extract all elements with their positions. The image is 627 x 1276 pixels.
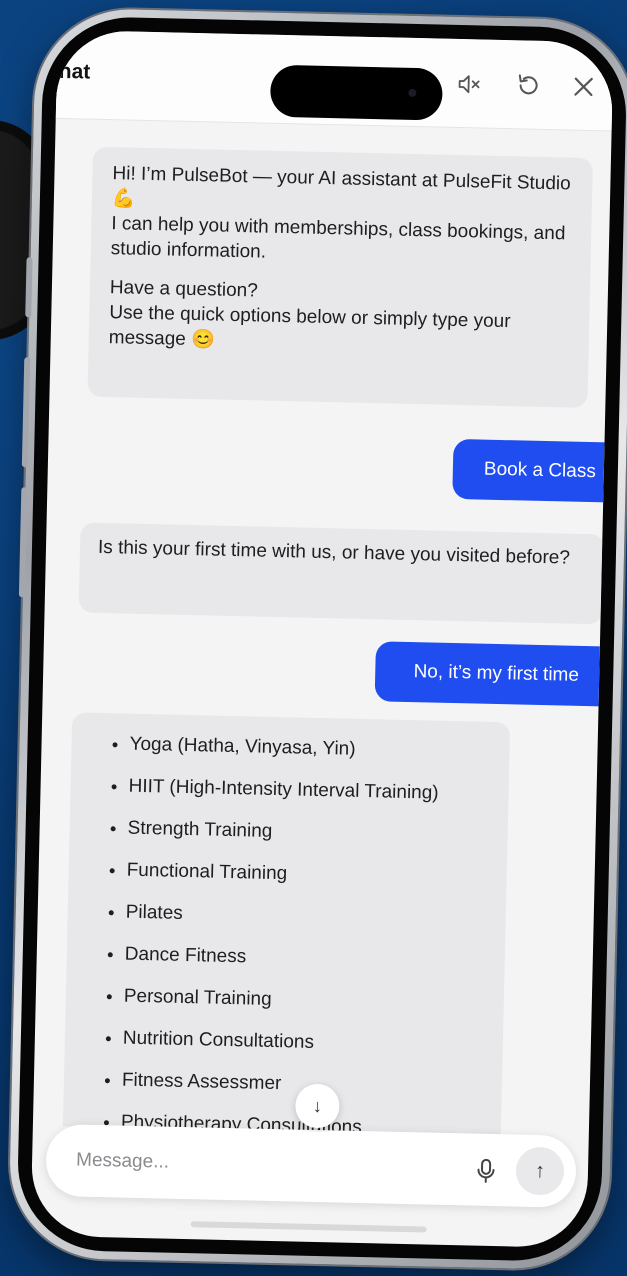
message-composer: ↑: [45, 1123, 577, 1208]
dynamic-island: [269, 64, 443, 121]
bot-services-list: Yoga (Hatha, Vinyasa, Yin) HIIT (High-In…: [61, 712, 511, 1139]
stage: hat Hi! I’m PulseBot — your AI assistant…: [0, 0, 627, 1276]
bot-first-time-question: Is this your first time with us, or have…: [78, 522, 605, 625]
camera-dot: [408, 88, 417, 98]
chat-screen: hat Hi! I’m PulseBot — your AI assistant…: [30, 29, 614, 1249]
microphone-icon[interactable]: [474, 1158, 499, 1185]
home-indicator: [190, 1221, 427, 1233]
refresh-icon[interactable]: [512, 70, 543, 101]
user-message-book-class: Book a Class: [452, 438, 612, 503]
welcome-help: I can help you with memberships, class b…: [110, 213, 566, 263]
service-item: Nutrition Consultations: [123, 1028, 503, 1059]
service-item: HIIT (High-Intensity Interval Training): [128, 776, 508, 807]
phone-device: hat Hi! I’m PulseBot — your AI assistant…: [7, 7, 627, 1271]
service-item: Strength Training: [127, 818, 507, 849]
service-item: Pilates: [125, 902, 505, 933]
service-item: Functional Training: [126, 860, 506, 891]
send-button[interactable]: ↑: [515, 1146, 565, 1196]
service-item: Dance Fitness: [125, 944, 505, 975]
service-item: Yoga (Hatha, Vinyasa, Yin): [129, 734, 509, 765]
bot-welcome-message: Hi! I’m PulseBot — your AI assistant at …: [87, 146, 593, 408]
user-message-first-time: No, it’s my first time: [374, 641, 612, 707]
chat-title: hat: [58, 59, 91, 84]
chat-thread[interactable]: Hi! I’m PulseBot — your AI assistant at …: [33, 118, 612, 1139]
first-time-question-text: Is this your first time with us, or have…: [97, 536, 571, 569]
speaker-mute-icon[interactable]: [454, 69, 485, 100]
arrow-up-icon: ↑: [534, 1159, 546, 1182]
service-item: Personal Training: [124, 986, 504, 1017]
welcome-options: Use the quick options below or simply ty…: [108, 302, 511, 351]
close-icon[interactable]: [568, 71, 599, 102]
arrow-down-icon: ↓: [312, 1095, 323, 1116]
message-input[interactable]: [73, 1148, 439, 1181]
